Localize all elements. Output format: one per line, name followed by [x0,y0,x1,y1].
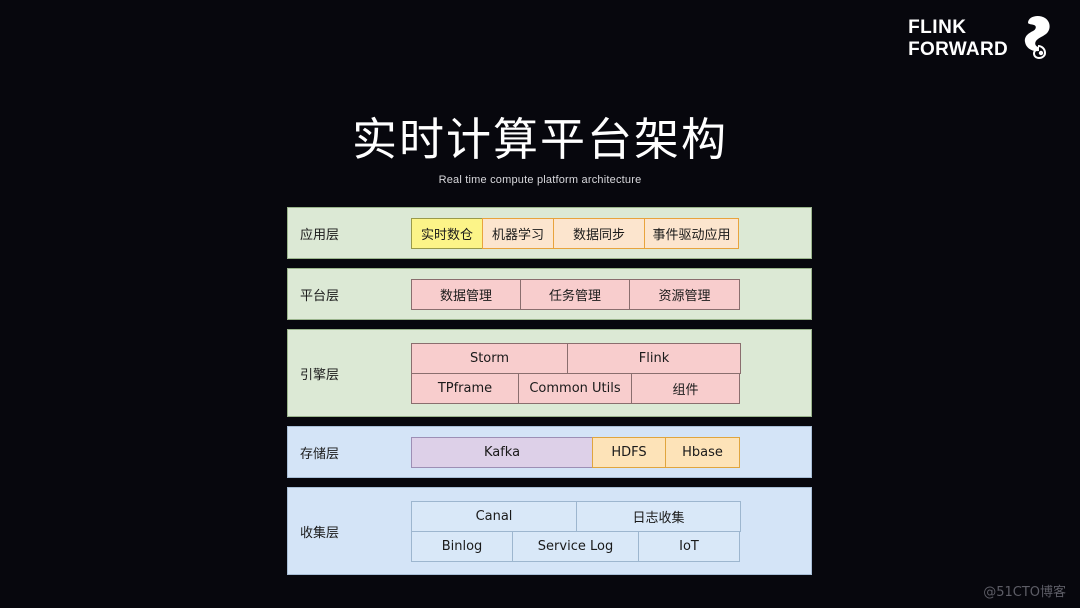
layer-band: 存储层 Kafka HDFS Hbase [287,426,812,478]
component-box[interactable]: IoT [638,530,740,562]
logo-line-forward: FORWARD [908,39,1008,60]
component-box[interactable]: HDFS [592,436,666,468]
layer-band: 引擎层 Storm Flink TPframe Common Utils 组件 [287,329,812,417]
component-box[interactable]: Binlog [411,530,513,562]
layer-body: Storm Flink TPframe Common Utils 组件 [411,342,811,404]
box-row: Kafka HDFS Hbase [411,436,811,468]
layer-body: 数据管理 任务管理 资源管理 [411,278,811,310]
component-box[interactable]: Canal [411,500,577,532]
component-box[interactable]: 任务管理 [520,278,630,310]
component-box[interactable]: Service Log [512,530,639,562]
component-box[interactable]: Hbase [665,436,740,468]
layer-band: 收集层 Canal 日志收集 Binlog Service Log IoT [287,487,812,575]
layer-body: Kafka HDFS Hbase [411,436,811,468]
component-box[interactable]: Kafka [411,436,593,468]
component-box[interactable]: 数据管理 [411,278,521,310]
box-row: Canal 日志收集 [411,500,811,532]
logo-line-flink: FLINK [908,17,967,38]
layer-label: 引擎层 [300,367,340,383]
watermark: @51CTO博客 [983,585,1066,600]
layer-band: 应用层 实时数仓 机器学习 数据同步 事件驱动应用 [287,207,812,259]
component-box[interactable]: 组件 [631,372,740,404]
component-box[interactable]: 资源管理 [629,278,740,310]
component-box[interactable]: 机器学习 [482,217,554,249]
squirrel-icon [1024,15,1050,59]
box-row: TPframe Common Utils 组件 [411,372,811,404]
box-row: Storm Flink [411,342,811,374]
layer-label: 收集层 [300,525,340,541]
box-row: 数据管理 任务管理 资源管理 [411,278,811,310]
layer-body: Canal 日志收集 Binlog Service Log IoT [411,500,811,562]
layer-label: 存储层 [300,446,340,462]
component-box[interactable]: Flink [567,342,741,374]
page-title: 实时计算平台架构 [351,113,728,166]
logo-wordmark: FLINK FORWARD [908,18,1008,59]
component-box[interactable]: 事件驱动应用 [644,217,739,249]
flink-forward-logo: FLINK FORWARD [908,15,1052,59]
component-box[interactable]: 数据同步 [553,217,645,249]
component-box[interactable]: TPframe [411,372,519,404]
component-box[interactable]: Common Utils [518,372,632,404]
layer-body: 实时数仓 机器学习 数据同步 事件驱动应用 [411,217,811,249]
layer-label: 应用层 [300,227,340,243]
component-box[interactable]: 日志收集 [576,500,741,532]
layer-band: 平台层 数据管理 任务管理 资源管理 [287,268,812,320]
page-subtitle: Real time compute platform architecture [438,174,642,186]
component-box[interactable]: Storm [411,342,568,374]
box-row: 实时数仓 机器学习 数据同步 事件驱动应用 [411,217,811,249]
component-box[interactable]: 实时数仓 [411,217,483,249]
layer-label: 平台层 [300,288,340,304]
box-row: Binlog Service Log IoT [411,530,811,562]
architecture-diagram: 应用层 实时数仓 机器学习 数据同步 事件驱动应用平台层 数据管理 任务管理 资源管理引擎层 S… [287,207,812,584]
